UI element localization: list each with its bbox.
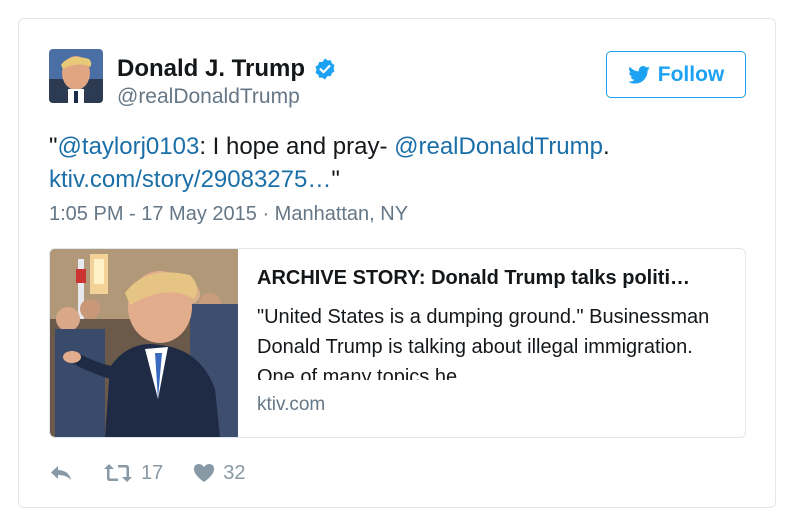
link-preview-card[interactable]: ARCHIVE STORY: Donald Trump talks politi… (49, 248, 746, 438)
link-card-domain: ktiv.com (257, 394, 326, 415)
story-link[interactable]: ktiv.com/story/29083275… (49, 166, 331, 193)
tweet-text: "@taylorj0103: I hope and pray- @realDon… (49, 130, 749, 196)
follow-button[interactable]: Follow (606, 51, 746, 98)
author-handle[interactable]: @realDonaldTrump (117, 85, 300, 109)
like-button[interactable]: 32 (193, 461, 246, 485)
tweet-text-part-1: : I hope and pray- (199, 133, 395, 160)
link-card-description: "United States is a dumping ground." Bus… (257, 306, 710, 380)
tweet-card: Donald J. Trump @realDonaldTrump Follow … (18, 18, 776, 508)
verified-badge-icon (313, 57, 337, 81)
link-card-title[interactable]: ARCHIVE STORY: Donald Trump talks politi… (257, 267, 727, 290)
close-quote: " (331, 166, 340, 193)
mention-link-1[interactable]: @taylorj0103 (58, 133, 200, 160)
mention-link-2[interactable]: @realDonaldTrump (394, 133, 603, 160)
heart-icon (193, 463, 215, 483)
tweet-timestamp[interactable]: 1:05 PM - 17 May 2015 · Manhattan, NY (49, 203, 408, 226)
author-name-text[interactable]: Donald J. Trump (117, 55, 305, 83)
open-quote: " (49, 133, 58, 160)
twitter-bird-icon (627, 65, 650, 84)
retweet-icon (103, 462, 133, 484)
like-count: 32 (223, 461, 246, 484)
reply-button[interactable] (49, 463, 73, 483)
tweet-text-part-2: . (603, 133, 610, 160)
retweet-count: 17 (141, 461, 164, 484)
retweet-button[interactable]: 17 (103, 462, 163, 485)
avatar[interactable] (49, 49, 103, 103)
tweet-actions: 17 32 (49, 459, 246, 487)
author-name[interactable]: Donald J. Trump (117, 55, 337, 83)
reply-icon (49, 463, 73, 483)
follow-button-label: Follow (657, 62, 725, 86)
link-card-image[interactable] (50, 249, 238, 437)
